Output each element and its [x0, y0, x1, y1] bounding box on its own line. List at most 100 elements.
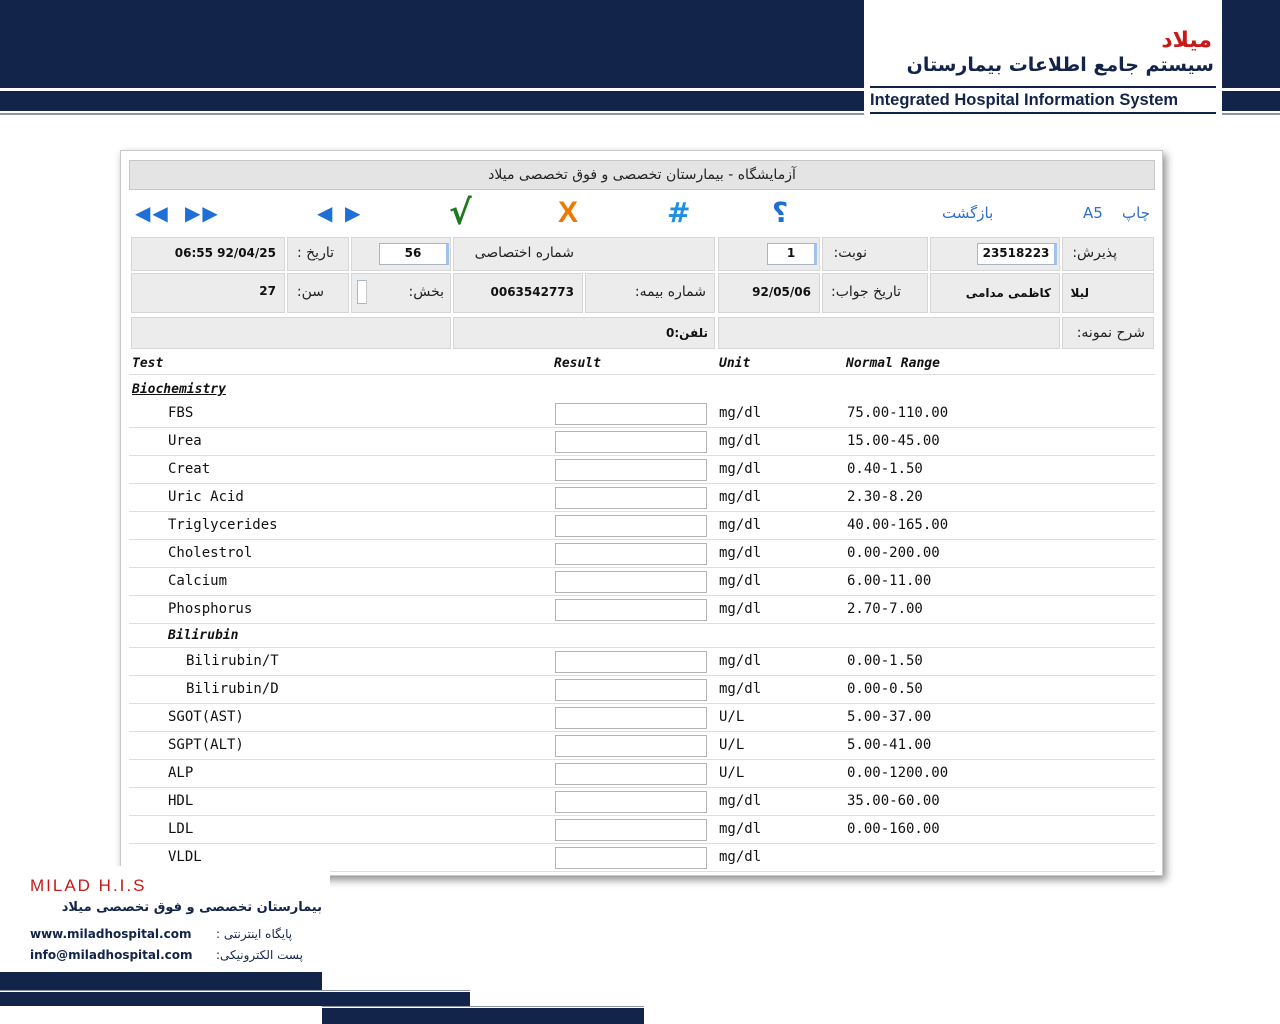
result-input[interactable] — [555, 487, 707, 509]
result-input[interactable] — [555, 599, 707, 621]
patient-first-name: لیلا — [1070, 286, 1089, 300]
admission-input[interactable]: 23518223 — [977, 243, 1057, 265]
normal-range: 35.00-60.00 — [847, 793, 940, 809]
normal-range: 0.00-160.00 — [847, 821, 940, 837]
insurance-value-cell: 0063542773 — [453, 273, 583, 313]
cancel-x-icon[interactable]: X — [558, 193, 578, 233]
result-input[interactable] — [555, 847, 707, 869]
test-unit: mg/dl — [719, 573, 762, 589]
phone-cell: تلفن:0 — [453, 317, 715, 349]
date-label-cell: تاریخ : — [287, 237, 349, 271]
date-value-cell: 06:55 92/04/25 — [131, 237, 285, 271]
footer-thin-2 — [322, 1006, 644, 1007]
turn-input[interactable]: 1 — [767, 243, 817, 265]
table-row: HDL mg/dl 35.00-60.00 — [129, 788, 1155, 816]
test-unit: mg/dl — [719, 821, 762, 837]
turn-value-cell: 1 — [718, 237, 820, 271]
test-unit: mg/dl — [719, 489, 762, 505]
result-input[interactable] — [555, 707, 707, 729]
result-input[interactable] — [555, 515, 707, 537]
prev-record-button[interactable]: ◀ — [317, 193, 334, 233]
normal-range: 5.00-37.00 — [847, 709, 932, 725]
result-input[interactable] — [555, 459, 707, 481]
header-range: Normal Range — [846, 356, 940, 371]
test-name: ALP — [168, 765, 194, 781]
logo-rule-bottom — [870, 112, 1216, 114]
result-input[interactable] — [555, 735, 707, 757]
special-number-input[interactable]: 56 — [379, 243, 449, 265]
result-input[interactable] — [555, 651, 707, 673]
normal-range: 5.00-41.00 — [847, 737, 932, 753]
normal-range: 0.00-1.50 — [847, 653, 923, 669]
test-unit: mg/dl — [719, 405, 762, 421]
test-unit: mg/dl — [719, 849, 762, 865]
result-input[interactable] — [555, 543, 707, 565]
logo-english: Integrated Hospital Information System — [870, 91, 1179, 109]
footer-email-label: پست الکترونیکی: — [216, 948, 303, 962]
insurance-label: شماره بیمه: — [634, 284, 706, 300]
table-row: Cholestrol mg/dl 0.00-200.00 — [129, 540, 1155, 568]
number-hash-icon[interactable]: # — [667, 193, 690, 233]
answer-date-label: تاریخ جواب: — [831, 284, 901, 300]
patient-first-name-cell: لیلا — [1062, 273, 1154, 313]
test-unit: mg/dl — [719, 681, 762, 697]
result-input[interactable] — [555, 403, 707, 425]
insurance-value: 0063542773 — [490, 285, 575, 299]
header-rule — [129, 374, 1155, 375]
test-name: FBS — [168, 405, 194, 421]
result-input[interactable] — [555, 819, 707, 841]
normal-range: 0.00-1200.00 — [847, 765, 949, 781]
admission-value-cell: 23518223 — [930, 237, 1060, 271]
footer-stripe-2 — [0, 992, 470, 1006]
special-number-label: شماره اختصاصی — [474, 245, 574, 261]
logo-brand: میلاد — [1161, 28, 1212, 53]
table-row: Triglycerides mg/dl 40.00-165.00 — [129, 512, 1155, 540]
date-value: 06:55 92/04/25 — [174, 246, 276, 260]
table-row: Bilirubin/T mg/dl 0.00-1.50 — [129, 648, 1155, 676]
answer-date-value-cell: 92/05/06 — [718, 273, 820, 313]
age-label: سن: — [296, 284, 324, 300]
result-input[interactable] — [555, 791, 707, 813]
normal-range: 15.00-45.00 — [847, 433, 940, 449]
test-name: VLDL — [168, 849, 202, 865]
test-unit: mg/dl — [719, 433, 762, 449]
age-value: 27 — [259, 284, 276, 298]
table-row: Bilirubin/D mg/dl 0.00-0.50 — [129, 676, 1155, 704]
last-record-button[interactable]: ▶▶ — [185, 193, 220, 233]
table-row: Uric Acid mg/dl 2.30-8.20 — [129, 484, 1155, 512]
print-link[interactable]: چاپ — [1122, 193, 1150, 233]
normal-range: 2.30-8.20 — [847, 489, 923, 505]
footer-website-label: پایگاه اینترنتی : — [216, 927, 293, 941]
normal-range: 75.00-110.00 — [847, 405, 949, 421]
header-test: Test — [132, 356, 164, 371]
test-unit: U/L — [719, 765, 745, 781]
test-name: Bilirubin/T — [186, 653, 279, 669]
table-row: FBS mg/dl 75.00-110.00 — [129, 400, 1155, 428]
footer-thin-1 — [0, 990, 470, 991]
ward-input[interactable] — [357, 280, 367, 304]
footer-email[interactable]: info@miladhospital.com — [30, 948, 193, 962]
a5-link[interactable]: A5 — [1083, 193, 1103, 233]
result-input[interactable] — [555, 571, 707, 593]
footer-website[interactable]: www.miladhospital.com — [30, 927, 191, 941]
help-question-icon[interactable]: ؟ — [772, 193, 788, 233]
insurance-label-cell: شماره بیمه: — [585, 273, 715, 313]
next-record-button[interactable]: ▶ — [345, 193, 362, 233]
answer-date-label-cell: تاریخ جواب: — [822, 273, 928, 313]
first-record-button[interactable]: ◀◀ — [135, 193, 170, 233]
normal-range: 0.40-1.50 — [847, 461, 923, 477]
table-row: ALP U/L 0.00-1200.00 — [129, 760, 1155, 788]
test-name: Phosphorus — [168, 601, 253, 617]
ward-cell: بخش: — [351, 273, 451, 313]
table-row: SGPT(ALT) U/L 5.00-41.00 — [129, 732, 1155, 760]
back-link[interactable]: بازگشت — [942, 193, 993, 233]
ward-label: بخش: — [408, 284, 445, 300]
result-input[interactable] — [555, 679, 707, 701]
normal-range: 40.00-165.00 — [847, 517, 949, 533]
result-input[interactable] — [555, 763, 707, 785]
result-input[interactable] — [555, 431, 707, 453]
table-row: SGOT(AST) U/L 5.00-37.00 — [129, 704, 1155, 732]
footer-brand: MILAD H.I.S — [30, 876, 147, 895]
confirm-check-icon[interactable]: √ — [449, 193, 472, 233]
header-banner-right — [1222, 0, 1280, 88]
